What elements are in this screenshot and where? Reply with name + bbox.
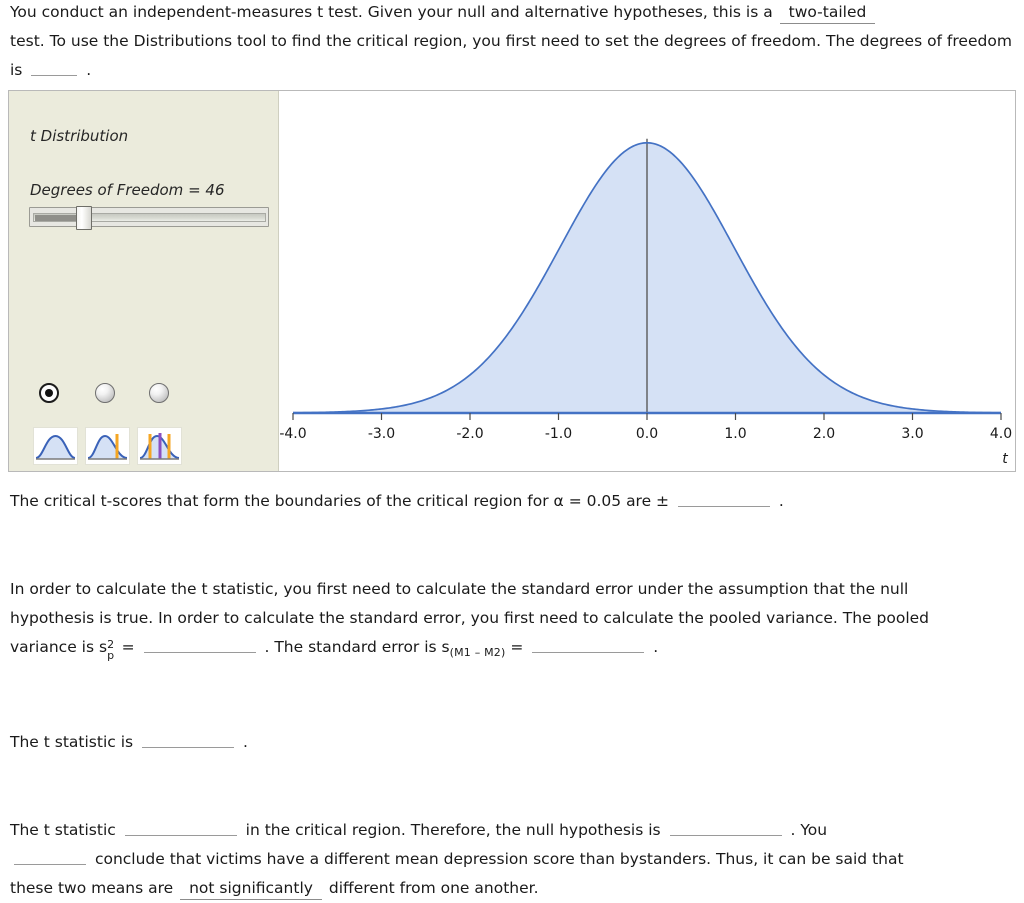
pooled-period: . [653,638,659,656]
in-critical-region-blank[interactable] [124,819,237,836]
pooled-variance-symbol: s [98,638,108,656]
two-tailed-answer[interactable]: two-tailed [779,2,876,24]
standard-error-equals: = [510,638,524,656]
slider-track[interactable] [33,213,266,222]
tool-sidebar: t Distribution Degrees of Freedom = 46 [9,91,279,471]
critical-period: . [778,492,784,510]
null-hypothesis-blank[interactable] [669,819,782,836]
x-axis-tick-label: 1.0 [724,426,746,442]
x-axis-tick-label: -3.0 [368,426,395,442]
tool-title: t Distribution [30,127,129,145]
conclusion-line-3-a: these two means are [10,879,174,897]
standard-error-symbol: s [441,638,450,656]
conclusion-line-1-b: in the critical region. Therefore, the n… [245,821,661,839]
intro-text-part2: test. To use the Distributions tool to f… [10,32,1012,79]
degrees-of-freedom-blank[interactable] [31,59,78,76]
thumbnail-one-tail-icon[interactable] [85,427,130,465]
not-significantly-answer[interactable]: not significantly [180,878,322,900]
conclude-blank[interactable] [14,848,86,865]
alpha-value: α = 0.05 [553,492,622,510]
worksheet-page: You conduct an independent-measures t te… [0,0,1024,900]
critical-text-mid: are ± [626,492,670,510]
conclusion-line-1-a: The t statistic [10,821,116,839]
pooled-line-3-b: . The standard error is [264,638,437,656]
degrees-of-freedom-label: Degrees of Freedom = 46 [30,181,225,199]
intro-paragraph: You conduct an independent-measures t te… [10,0,1016,85]
intro-text-part1: You conduct an independent-measures t te… [10,3,773,21]
x-axis-label: t [1002,451,1008,467]
conclusion-paragraph: The t statistic in the critical region. … [10,816,1016,903]
x-axis-tick-label: 2.0 [813,426,835,442]
t-statistic-period: . [242,733,248,751]
pooled-line-3-a: variance is [10,638,95,656]
pooled-variance-paragraph: In order to calculate the t statistic, y… [10,575,1016,667]
x-axis-tick-label: -4.0 [279,426,306,442]
x-axis-tick-label: 3.0 [901,426,923,442]
radio-one-tail[interactable] [95,383,115,403]
radio-no-tails[interactable] [39,383,59,403]
slider-thumb[interactable] [76,206,92,230]
pooled-variance-subscript: p [107,649,115,663]
thumbnail-no-tails-icon[interactable] [33,427,78,465]
radio-two-tails[interactable] [149,383,169,403]
x-axis-tick-label: -1.0 [545,426,572,442]
t-distribution-svg: -4.0 -3.0 -2.0 -1.0 0.0 1.0 2.0 3.0 4.0 t [279,138,1012,467]
pooled-line-1: In order to calculate the t statistic, y… [10,580,909,598]
critical-scores-paragraph: The critical t-scores that form the boun… [10,487,1016,516]
conclusion-line-1-c: . You [790,821,828,839]
pooled-line-2: hypothesis is true. In order to calculat… [10,609,930,627]
standard-error-subscript: (M1 – M2) [449,645,506,659]
thumbnail-two-tails-icon[interactable] [137,427,182,465]
degrees-of-freedom-slider[interactable] [29,206,269,230]
distributions-tool: t Distribution Degrees of Freedom = 46 -… [8,90,1016,472]
conclusion-line-3-b: different from one another. [328,879,539,897]
t-statistic-paragraph: The t statistic is . [10,728,1016,757]
x-axis-tick-label: 4.0 [990,426,1012,442]
mode-thumbnail-row [33,427,182,465]
critical-text-before: The critical t-scores that form the boun… [10,492,549,510]
pooled-variance-blank[interactable] [143,636,256,653]
conclusion-line-2: conclude that victims have a different m… [94,850,904,868]
t-statistic-blank[interactable] [142,731,235,748]
t-distribution-plot[interactable]: -4.0 -3.0 -2.0 -1.0 0.0 1.0 2.0 3.0 4.0 t [279,91,1015,471]
pooled-equals: = [121,638,135,656]
standard-error-blank[interactable] [532,636,645,653]
x-axis-tick-label: -2.0 [456,426,483,442]
pooled-variance-symbol-indices: 2p [107,637,117,662]
x-axis-tick-label: 0.0 [636,426,658,442]
critical-score-blank[interactable] [677,490,770,507]
intro-period: . [86,61,92,79]
t-statistic-text: The t statistic is [10,733,134,751]
